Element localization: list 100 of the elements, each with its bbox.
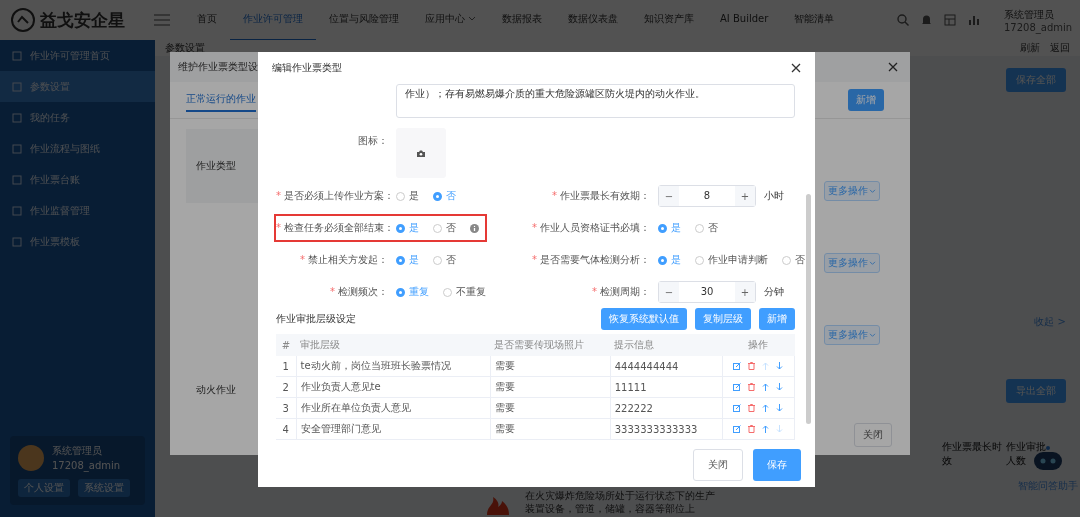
column-header: 作业审批人数 (1006, 440, 1046, 468)
more-actions-button[interactable]: 更多操作 (824, 181, 880, 201)
radio-option[interactable]: 是 (658, 253, 681, 267)
dialog-title: 维护作业票类型设 (178, 60, 258, 74)
table-cell: 作业负责人意见te (300, 381, 381, 392)
square-icon (12, 143, 22, 154)
field-label: * 是否需要气体检测分析： (531, 253, 650, 267)
square-icon (12, 81, 22, 92)
caret-icon (869, 260, 876, 266)
radio-option[interactable]: 是 (396, 253, 419, 267)
field-label: 图标： (357, 134, 388, 148)
table-cell: 作业所在单位负责人意见 (300, 402, 411, 413)
radio-option[interactable]: 否 (695, 221, 718, 235)
camera-icon (417, 149, 425, 157)
table-header-cell: 审批层级 (300, 339, 341, 350)
table-cell: 需要 (494, 360, 515, 371)
tab[interactable]: 正常运行的作业 (186, 88, 256, 112)
square-icon (12, 205, 22, 216)
table-cell: 安全管理部门意见 (300, 423, 381, 434)
more-actions-button[interactable]: 更多操作 (824, 325, 880, 345)
radio-option[interactable]: 重复 (396, 285, 429, 299)
table-cell: 4 (282, 423, 289, 435)
field-label: * 检测频次： (329, 285, 388, 299)
field-label: * 禁止相关方发起： (299, 253, 388, 267)
more-actions-button[interactable]: 更多操作 (824, 253, 880, 273)
scrollbar[interactable] (806, 194, 811, 424)
dialog-title: 编辑作业票类型 (272, 61, 342, 75)
edit-icon[interactable] (733, 404, 742, 412)
close-button[interactable]: 关闭 (854, 423, 892, 447)
number-stepper[interactable]: − 8 + (658, 185, 756, 207)
field-label: * 作业人员资格证书必填： (531, 221, 650, 235)
section-button[interactable]: 新增 (759, 308, 795, 330)
column-header: 作业票最长时效 (942, 440, 1002, 468)
field-label: * 检查任务必须全部结束： (276, 221, 388, 235)
arrow-up-icon[interactable] (762, 404, 770, 412)
trash-icon[interactable] (748, 362, 756, 370)
add-button[interactable]: 新增 (848, 89, 884, 111)
edit-icon[interactable] (733, 425, 742, 433)
radio-option[interactable]: 是 (658, 221, 681, 235)
radio-option[interactable]: 作业申请判断 (695, 253, 768, 267)
square-icon (12, 50, 22, 61)
close-icon[interactable] (888, 62, 898, 72)
arrow-down-icon[interactable] (776, 362, 784, 370)
logo-text: 益戈安企星 (40, 8, 125, 32)
bell-icon[interactable] (921, 14, 932, 26)
table-header-cell: 操作 (748, 339, 769, 350)
profile-name: 系统管理员 (52, 444, 103, 458)
radio-option[interactable]: 是 (396, 221, 419, 235)
trash-icon[interactable] (748, 404, 756, 412)
nav-item[interactable]: 首页 (184, 0, 230, 41)
description-field[interactable]: 作业）；存有易燃易爆介质的重大危险源罐区防火堤内的动火作业。 (396, 84, 795, 118)
chart-icon[interactable] (968, 14, 980, 26)
unit-label: 小时 (764, 189, 784, 203)
field-label: * 作业票最长有效期： (551, 189, 650, 203)
menu-icon[interactable] (154, 14, 170, 26)
avatar (18, 444, 44, 471)
table-cell: te动火前，岗位当班班长验票情况 (300, 360, 451, 371)
logo-icon (10, 7, 36, 33)
arrow-up-icon[interactable] (762, 425, 770, 433)
square-icon (12, 112, 22, 123)
radio-option[interactable]: 不重复 (443, 285, 486, 299)
caret-icon (468, 16, 476, 22)
edit-icon[interactable] (733, 383, 742, 391)
table-cell: 需要 (494, 423, 515, 434)
nav-item[interactable]: AI Builder (707, 0, 782, 41)
arrow-down-icon[interactable] (776, 383, 784, 391)
trash-icon[interactable] (748, 425, 756, 433)
close-button[interactable]: 关闭 (693, 449, 743, 481)
toolbar-link[interactable]: 返回 (1050, 41, 1070, 55)
radio-option[interactable]: 否 (782, 253, 805, 267)
grid-icon[interactable] (944, 14, 956, 26)
search-icon[interactable] (897, 14, 909, 26)
table-cell: 4444444444 (614, 360, 679, 372)
square-icon (12, 174, 22, 185)
table-cell-text: 动火作业 (195, 383, 236, 397)
section-button[interactable]: 复制层级 (695, 308, 751, 330)
table-cell: 3333333333333 (614, 423, 698, 435)
save-button[interactable]: 保存 (753, 449, 801, 481)
trash-icon[interactable] (748, 383, 756, 391)
table-header-cell: 提示信息 (614, 339, 655, 350)
radio-option[interactable]: 否 (433, 221, 456, 235)
number-stepper[interactable]: − 30 + (658, 281, 756, 303)
table-cell: 3 (282, 402, 289, 414)
radio-option[interactable]: 否 (433, 253, 456, 267)
flame-icon (485, 495, 511, 515)
table-header-cell: # (281, 339, 291, 351)
close-icon[interactable] (791, 63, 801, 73)
arrow-up-icon[interactable] (762, 383, 770, 391)
arrow-down-icon[interactable] (776, 404, 784, 412)
table-cell: 2 (282, 381, 289, 393)
edit-icon[interactable] (733, 362, 742, 370)
section-title: 作业审批层级设定 (276, 312, 356, 326)
unit-label: 分钟 (764, 285, 784, 299)
field-label: * 检测周期： (591, 285, 650, 299)
info-icon[interactable] (470, 223, 479, 233)
table-cell: 222222 (614, 402, 653, 414)
radio-option[interactable]: 否 (433, 189, 456, 203)
section-button[interactable]: 恢复系统默认值 (601, 308, 687, 330)
radio-option[interactable]: 是 (396, 189, 419, 203)
caret-icon (869, 332, 876, 338)
